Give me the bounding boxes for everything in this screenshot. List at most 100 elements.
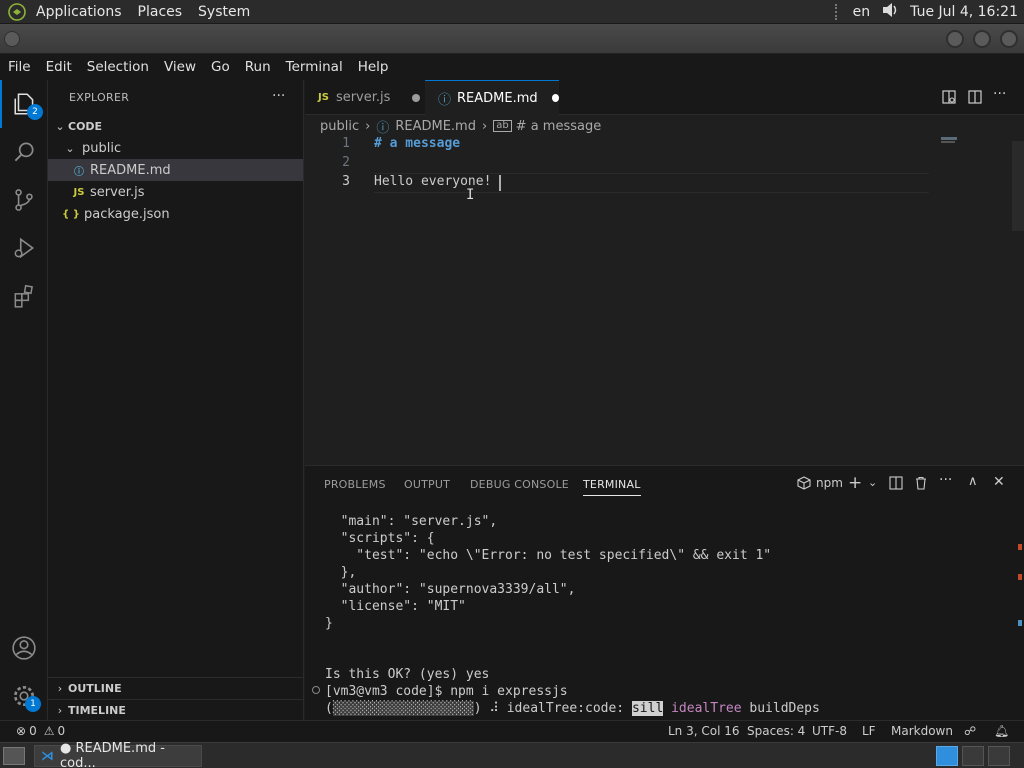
system-panel: Applications Places System en Tue Jul 4,… (0, 0, 1024, 24)
terminal-prompt-line: [vm3@vm3 code]$ npm i expressjs (325, 684, 568, 699)
taskbar: ⋊ ● README.md - cod... (0, 741, 1024, 768)
new-terminal-plus-icon[interactable]: + (848, 473, 862, 493)
command-decoration-icon[interactable] (312, 686, 320, 694)
feedback-icon[interactable]: ☍ (964, 724, 976, 738)
workspace-switcher[interactable] (936, 746, 958, 766)
progress-close-paren: ) (473, 701, 490, 716)
explorer-more-button[interactable]: ··· (272, 88, 285, 104)
cursor-position[interactable]: Ln 3, Col 16 (668, 724, 740, 738)
editor-scrollbar[interactable] (1012, 141, 1024, 231)
clock[interactable]: Tue Jul 4, 16:21 (910, 4, 1018, 20)
tree-item-package-json[interactable]: { } package.json (48, 203, 303, 225)
menu-help[interactable]: Help (350, 59, 396, 75)
breadcrumb-file[interactable]: README.md (395, 119, 476, 134)
source-control-icon[interactable] (0, 176, 48, 224)
indentation[interactable]: Spaces: 4 (747, 724, 805, 738)
volume-icon[interactable] (880, 1, 900, 23)
close-panel-icon[interactable]: ✕ (993, 474, 1005, 490)
unsaved-dot-icon[interactable] (412, 93, 421, 102)
applications-menu[interactable]: Applications (28, 4, 130, 20)
menubar: File Edit Selection View Go Run Terminal… (0, 54, 1024, 80)
tab-more-actions-button[interactable]: ··· (993, 86, 1006, 102)
menu-view[interactable]: View (156, 59, 203, 75)
minimap-line (941, 141, 955, 143)
menu-file[interactable]: File (0, 59, 38, 75)
breadcrumb-folder[interactable]: public (320, 119, 359, 134)
tab-output[interactable]: OUTPUT (404, 478, 450, 491)
folder-code-header[interactable]: ⌄ CODE (48, 115, 303, 137)
tab-server-js[interactable]: JS server.js (305, 80, 425, 115)
code-editor[interactable]: 1 2 3 # a message Hello everyone! I (305, 136, 1024, 465)
line-number: 3 (342, 174, 350, 189)
menu-selection[interactable]: Selection (79, 59, 156, 75)
extensions-icon[interactable] (0, 272, 48, 320)
minimize-button[interactable] (946, 30, 964, 48)
workspace-switcher[interactable] (962, 746, 984, 766)
menu-run[interactable]: Run (237, 59, 278, 75)
end-of-line[interactable]: LF (862, 724, 876, 738)
window-menu-button[interactable] (4, 31, 20, 47)
panel-more-actions-button[interactable]: ··· (939, 472, 952, 488)
maximize-button[interactable] (973, 30, 991, 48)
notifications-bell-icon[interactable]: 🔔︎ (994, 724, 1009, 738)
keyboard-layout[interactable]: en (853, 4, 871, 20)
open-preview-icon[interactable] (941, 89, 957, 109)
unsaved-dot-icon[interactable] (551, 94, 559, 102)
activity-bar: 2 1 (0, 80, 48, 720)
tab-problems[interactable]: PROBLEMS (324, 478, 386, 491)
tree-item-server-js[interactable]: JS server.js (48, 181, 303, 203)
workspace-switcher[interactable] (988, 746, 1010, 766)
minimap[interactable] (941, 137, 957, 140)
close-window-button[interactable] (1000, 30, 1018, 48)
taskbar-window-button[interactable]: ⋊ ● README.md - cod... (34, 741, 202, 768)
vscode-app-icon: ⋊ (41, 748, 54, 764)
tab-label: README.md (457, 90, 538, 106)
progress-idealtree: idealTree (671, 701, 742, 716)
tree-item-public[interactable]: ⌄ public (48, 137, 303, 159)
terminal-line: "scripts": { (325, 531, 435, 546)
chevron-down-icon[interactable]: ⌄ (868, 476, 877, 489)
json-file-icon: { } (62, 208, 80, 220)
search-icon[interactable] (0, 128, 48, 176)
tab-terminal[interactable]: TERMINAL (583, 478, 641, 496)
distro-logo-icon[interactable] (6, 1, 28, 23)
terminal-progress-line: (░░░░░░░░░░░░░░░░░░) ⠼ idealTree:code: s… (325, 701, 820, 716)
breadcrumb-symbol[interactable]: ab # a message (493, 119, 601, 134)
places-menu[interactable]: Places (130, 4, 191, 20)
explorer-icon[interactable]: 2 (0, 80, 48, 128)
problems-status[interactable]: ⊗ 0 ⚠ 0 (16, 724, 65, 738)
show-desktop-icon[interactable] (3, 747, 25, 765)
settings-gear-icon[interactable]: 1 (0, 672, 48, 720)
ibeam-cursor-icon: I (466, 187, 475, 203)
terminal-scrollbar[interactable] (1012, 514, 1024, 714)
menu-go[interactable]: Go (203, 59, 237, 75)
split-terminal-icon[interactable] (889, 476, 903, 494)
tab-debug-console[interactable]: DEBUG CONSOLE (470, 478, 569, 491)
terminal-selector[interactable]: npm (797, 476, 843, 490)
explorer-sidebar: EXPLORER ··· ⌄ CODE ⌄ public ⓘ README.md… (48, 80, 304, 720)
menu-edit[interactable]: Edit (38, 59, 79, 75)
trash-icon[interactable] (914, 476, 928, 494)
spinner: ⠼ (489, 701, 499, 716)
accounts-icon[interactable] (0, 624, 48, 672)
system-menu[interactable]: System (190, 4, 258, 20)
split-editor-icon[interactable] (967, 89, 983, 109)
breadcrumb: public › ⓘ README.md › ab # a message (305, 115, 1024, 137)
outline-section-header[interactable]: › OUTLINE (48, 677, 303, 699)
tree-item-readme[interactable]: ⓘ README.md (48, 159, 303, 181)
run-debug-icon[interactable] (0, 224, 48, 272)
chevron-down-icon: ⌄ (55, 119, 65, 133)
window-titlebar[interactable] (0, 24, 1024, 54)
tree-item-label: public (82, 140, 122, 156)
language-mode[interactable]: Markdown (891, 724, 953, 738)
timeline-section-header[interactable]: › TIMELINE (48, 699, 303, 721)
scroll-marker (1018, 574, 1022, 580)
editor-tabs: JS server.js ⓘ README.md ··· (305, 80, 1024, 115)
maximize-panel-chevron-up-icon[interactable]: ∧ (968, 474, 978, 489)
error-count: 0 (29, 724, 37, 738)
terminal-line: "main": "server.js", (325, 514, 498, 529)
terminal-output[interactable]: "main": "server.js", "scripts": { "test"… (305, 502, 1010, 720)
tab-readme[interactable]: ⓘ README.md (425, 80, 559, 115)
encoding[interactable]: UTF-8 (812, 724, 847, 738)
menu-terminal[interactable]: Terminal (278, 59, 350, 75)
